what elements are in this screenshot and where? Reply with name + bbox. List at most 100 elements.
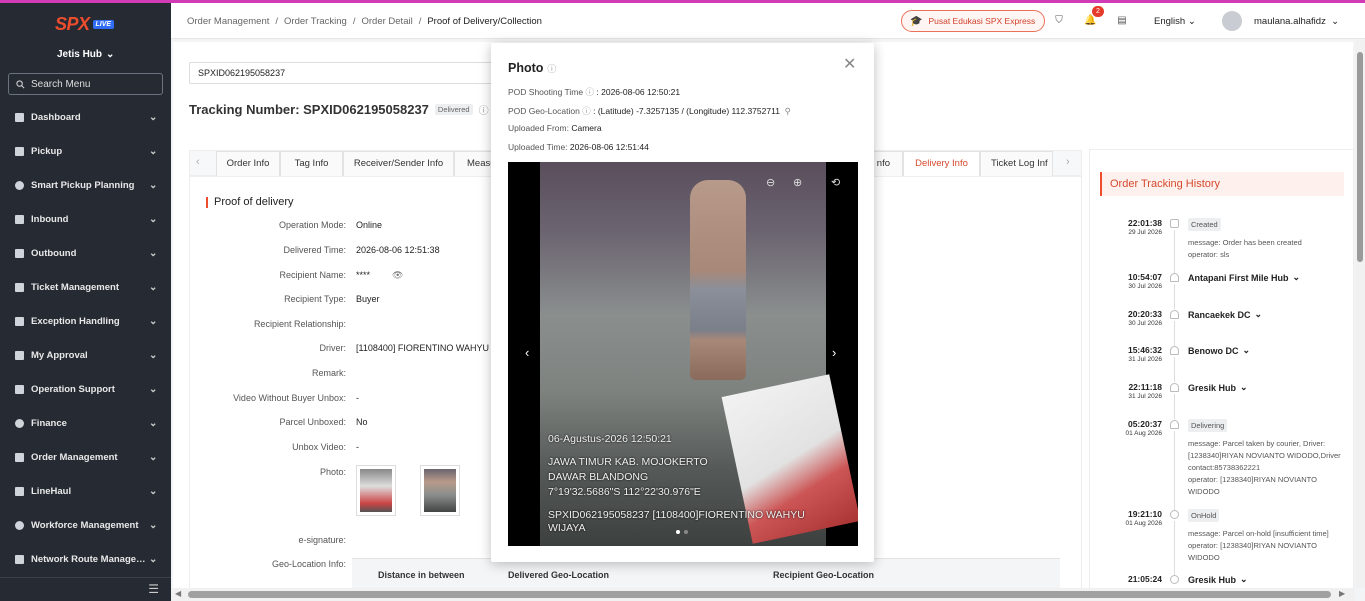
field-label: Video Without Buyer Unbox: (233, 393, 346, 403)
hub-expandable[interactable]: Rancaekek DC ⌄ (1188, 309, 1262, 320)
hub-expandable[interactable]: Gresik Hub ⌄ (1188, 382, 1248, 393)
language-selector[interactable]: English ⌄ (1154, 16, 1196, 27)
rotate-icon[interactable]: ⟲ (831, 176, 840, 189)
event-time: 22:11:18 (1128, 382, 1162, 392)
search-menu-input[interactable]: Search Menu (8, 73, 163, 95)
sidebar-item-smart-pickup-planning[interactable]: Smart Pickup Planning ⌄ (0, 168, 171, 202)
message-text: message: Order has been created (1188, 238, 1302, 247)
header: Order Management / Order Tracking / Order … (171, 3, 1365, 39)
tab-delivery-info[interactable]: Delivery Info (903, 151, 980, 176)
search-icon (16, 79, 25, 88)
operator-text: operator: sls (1188, 250, 1230, 259)
hub-name: Rancaekek DC (1188, 309, 1251, 320)
sidebar-item-operation-support[interactable]: Operation Support ⌄ (0, 372, 171, 406)
sidebar-item-label: Smart Pickup Planning (31, 179, 135, 191)
bell-icon[interactable]: 🔔 (1084, 15, 1096, 27)
scrollbar-thumb[interactable] (1357, 52, 1363, 262)
pagination-dot[interactable] (684, 530, 688, 534)
tracking-search-input[interactable]: SPXID062195058237 (189, 62, 509, 84)
tab-ticket-log-info[interactable]: Ticket Log Inf (980, 151, 1053, 176)
hub-expandable[interactable]: Gresik Hub ⌄ (1188, 574, 1248, 585)
sidebar-item-finance[interactable]: Finance ⌄ (0, 406, 171, 440)
eye-icon[interactable]: 👁 (392, 270, 403, 281)
breadcrumb-order-management[interactable]: Order Management (187, 16, 269, 27)
live-badge: LIVE (92, 20, 115, 29)
chevron-down-icon: ⌄ (1242, 345, 1251, 355)
pod-photo-viewer: ⊖ ⊕ ⟲ ‹ › 06-Agustus-2026 12:50:21 JAWA … (508, 162, 858, 546)
inbound-icon (15, 214, 24, 224)
sidebar-item-exception-handling[interactable]: Exception Handling ⌄ (0, 304, 171, 338)
next-photo-icon[interactable]: › (832, 345, 836, 360)
hub-name: Gresik Hub (1188, 574, 1237, 585)
chevron-down-icon: ⌄ (106, 49, 115, 60)
route-icon (15, 554, 24, 564)
workforce-icon (15, 520, 24, 530)
notification-badge: 2 (1092, 6, 1104, 17)
user-menu[interactable]: maulana.alhafidz ⌄ (1254, 16, 1339, 27)
sidebar-item-label: Exception Handling (31, 315, 120, 327)
tab-tag-info[interactable]: Tag Info (280, 151, 343, 176)
sidebar-item-ticket-management[interactable]: Ticket Management ⌄ (0, 270, 171, 304)
graduation-cap-icon: 🎓 (910, 15, 923, 27)
modal-title: Photo ⓘ (508, 61, 556, 75)
field-label: Remark: (311, 368, 346, 378)
photo-watermark-tracking-driver: SPXID062195058237 [1108400]FIORENTINO WA… (548, 509, 805, 521)
tab-scroll-right-icon[interactable]: › (1066, 156, 1070, 168)
timeline-line (1174, 230, 1175, 274)
spx-logo[interactable]: SPX LIVE (55, 14, 115, 35)
event-message: message: Parcel taken by courier, Driver… (1188, 438, 1348, 498)
hub-expandable[interactable]: Benowo DC ⌄ (1188, 345, 1250, 356)
status-badge: Created (1188, 218, 1221, 231)
zoom-out-icon[interactable]: ⊖ (766, 176, 775, 189)
zoom-in-icon[interactable]: ⊕ (793, 176, 802, 189)
shield-icon[interactable]: ⛉ (1053, 15, 1065, 27)
sidebar-item-label: Dashboard (31, 111, 81, 123)
sidebar-item-my-approval[interactable]: My Approval ⌄ (0, 338, 171, 372)
collapse-sidebar-button[interactable]: ☰ (0, 577, 171, 601)
pagination-dot[interactable] (676, 530, 680, 534)
scroll-right-icon[interactable]: ▶ (1339, 589, 1345, 598)
sidebar-item-network-route-management[interactable]: Network Route Managem... ⌄ (0, 542, 171, 576)
sidebar-item-inbound[interactable]: Inbound ⌄ (0, 202, 171, 236)
edu-center-button[interactable]: 🎓 Pusat Edukasi SPX Express (901, 10, 1046, 32)
horizontal-scrollbar[interactable]: ◀ ▶ (171, 588, 1355, 601)
tracking-history-title: Order Tracking History (1100, 172, 1344, 196)
previous-photo-icon[interactable]: ‹ (525, 345, 529, 360)
photo-thumbnail[interactable] (420, 465, 460, 516)
hub-name: Jetis Hub (57, 49, 103, 60)
sidebar-item-pickup[interactable]: Pickup ⌄ (0, 134, 171, 168)
sidebar-item-workforce-management[interactable]: Workforce Management ⌄ (0, 508, 171, 542)
clipboard-icon[interactable]: ▤ (1116, 15, 1128, 27)
field-value: [1108400] FIORENTINO WAHYU W (356, 343, 501, 353)
hub-selector[interactable]: Jetis Hub ⌄ (57, 49, 114, 60)
breadcrumb-order-tracking[interactable]: Order Tracking (284, 16, 347, 27)
sidebar-item-outbound[interactable]: Outbound ⌄ (0, 236, 171, 270)
help-icon: ⓘ (547, 63, 557, 74)
avatar[interactable] (1222, 11, 1242, 31)
event-date: 01 Aug 2026 (1125, 430, 1162, 437)
breadcrumb-separator: / (352, 16, 356, 27)
tab-receiver-sender-info[interactable]: Receiver/Sender Info (343, 151, 454, 176)
sidebar-item-order-management[interactable]: Order Management ⌄ (0, 440, 171, 474)
field-value: 2026-08-06 12:51:38 (356, 245, 440, 255)
vertical-scrollbar[interactable] (1355, 40, 1365, 588)
close-icon[interactable]: ✕ (843, 57, 856, 73)
timeline-line (1174, 431, 1175, 511)
tab-scroll-left-icon[interactable]: ‹ (196, 156, 200, 168)
scroll-left-icon[interactable]: ◀ (175, 589, 181, 598)
field-label: POD Geo-Location (508, 106, 580, 116)
scrollbar-thumb[interactable] (188, 591, 1331, 598)
hub-expandable[interactable]: Antapani First Mile Hub ⌄ (1188, 272, 1300, 283)
sidebar-item-linehaul[interactable]: LineHaul ⌄ (0, 474, 171, 508)
photo-thumbnail[interactable] (356, 465, 396, 516)
breadcrumb-order-detail[interactable]: Order Detail (361, 16, 412, 27)
sidebar-item-dashboard[interactable]: Dashboard ⌄ (0, 100, 171, 134)
hub-icon (1170, 575, 1179, 584)
table-header-recipient-geo: Recipient Geo-Location (773, 570, 875, 580)
chevron-down-icon: ⌄ (1187, 16, 1196, 27)
tab-order-info[interactable]: Order Info (216, 151, 280, 176)
map-pin-icon[interactable]: ⚲ (785, 106, 791, 116)
field-value: Online (356, 220, 383, 230)
sidebar-item-label: Outbound (31, 247, 77, 259)
field-value: : (Latitude) -7.3257135 / (Longitude) 11… (593, 106, 780, 116)
